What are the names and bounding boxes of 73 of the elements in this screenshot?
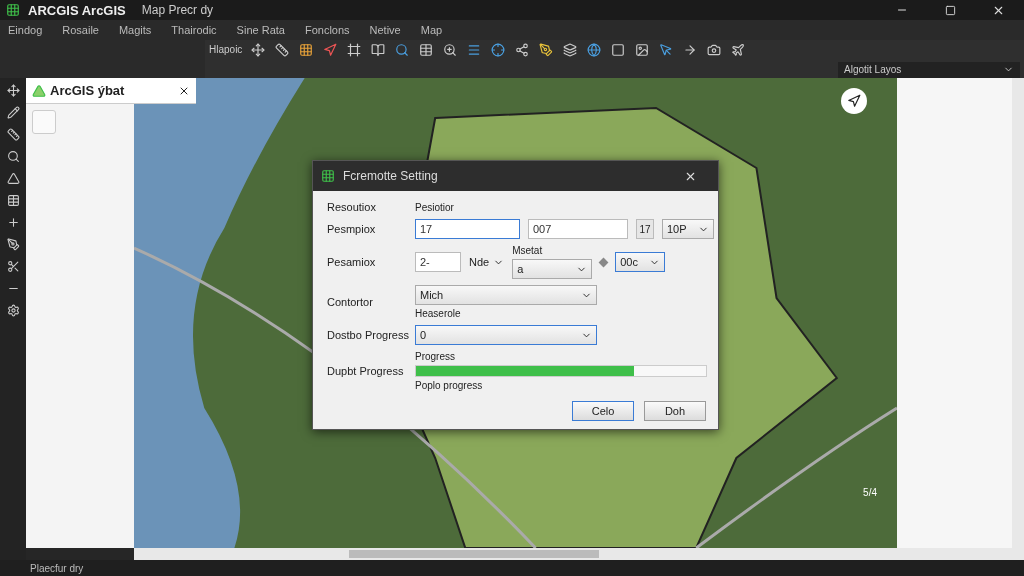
- thumbnail[interactable]: [32, 110, 56, 134]
- scale-text: 5/4: [863, 487, 877, 498]
- progress-caption: Poplo progress: [415, 380, 484, 391]
- field-label: Dostbo Progress: [327, 329, 410, 341]
- menu-item[interactable]: Magits: [118, 24, 152, 36]
- move-icon[interactable]: [6, 84, 20, 97]
- field-label: Dupbt Progress: [327, 365, 405, 377]
- dropdown[interactable]: a: [512, 259, 593, 279]
- field-label: Pesmpiox: [327, 223, 377, 235]
- status-text: Plaecfur dry: [30, 562, 84, 574]
- layer-dropdown[interactable]: Algotit Layos: [838, 61, 1020, 78]
- menu-item[interactable]: Thairodic: [171, 24, 217, 36]
- field-label: Resoutiox: [327, 201, 377, 213]
- menu-item[interactable]: Eindog: [8, 24, 43, 36]
- input-field[interactable]: 2-: [415, 252, 461, 272]
- dialog-logo-icon: [321, 169, 335, 183]
- field-label: Msetat: [512, 245, 544, 256]
- column-header: Pesiotior: [415, 201, 455, 213]
- menu-item[interactable]: Map: [420, 24, 443, 36]
- dropdown[interactable]: Mich: [415, 285, 597, 305]
- input-field[interactable]: 007: [528, 219, 628, 239]
- pencil-icon[interactable]: [6, 106, 20, 119]
- settings-icon[interactable]: [6, 304, 20, 317]
- image-icon[interactable]: [634, 41, 651, 58]
- maximize-icon: [944, 4, 956, 16]
- app-logo-icon: [6, 3, 20, 17]
- dialog-button[interactable]: Doh: [644, 401, 706, 421]
- globe-icon[interactable]: [586, 41, 603, 58]
- map-view[interactable]: 5/4 Fcremotte Setting Resoutiox Pesiotior Pesmpiox 17 007 17 10P Pesamiox 2- Nde Msetat a 00c Contortor Mich Heaserole Dostbo Progress 0 Dupbt Progress Progress Poplo progress Celo Doh: [134, 78, 897, 548]
- search-icon[interactable]: [6, 150, 20, 163]
- pen-icon[interactable]: [538, 41, 555, 58]
- menu-item[interactable]: Fonclons: [304, 24, 350, 36]
- pen-icon[interactable]: [6, 238, 20, 251]
- menu-item[interactable]: Sine Rata: [236, 24, 285, 36]
- zoom-icon[interactable]: [442, 41, 459, 58]
- progress-label: Progress: [415, 351, 456, 362]
- document-title: Map Precr dy: [141, 3, 214, 17]
- field-label: Pesamiox: [327, 256, 377, 268]
- app-title: ARCGIS ArcGIS: [28, 2, 126, 18]
- plus-icon[interactable]: [6, 216, 20, 229]
- horizontal-scrollbar[interactable]: [134, 548, 1024, 560]
- triangle-icon[interactable]: [6, 172, 20, 185]
- search-icon[interactable]: [394, 41, 411, 58]
- plane-icon[interactable]: [730, 41, 747, 58]
- dropdown[interactable]: 00c: [615, 252, 666, 272]
- arrow-icon[interactable]: [322, 41, 339, 58]
- dialog-button[interactable]: Celo: [572, 401, 634, 421]
- layers-icon[interactable]: [562, 41, 579, 58]
- ruler-icon[interactable]: [6, 128, 20, 141]
- value-box: 17: [636, 219, 654, 239]
- ruler-icon[interactable]: [274, 41, 291, 58]
- field-label: Heaserole: [415, 308, 462, 319]
- dropdown[interactable]: 0: [415, 325, 597, 345]
- share-icon[interactable]: [514, 41, 531, 58]
- logo-icon: [32, 83, 46, 98]
- scissors-icon[interactable]: [6, 260, 20, 273]
- crosshair-icon[interactable]: [490, 41, 507, 58]
- toolbar-label: Hlapoic: [209, 44, 243, 55]
- field-label: Contortor: [327, 296, 374, 308]
- panel-tab[interactable]: ArcGIS ýbat: [26, 78, 196, 104]
- dropdown[interactable]: 10P: [662, 219, 714, 239]
- vertical-scrollbar[interactable]: [1012, 78, 1024, 548]
- input-field[interactable]: 17: [415, 219, 520, 239]
- square-icon[interactable]: [610, 41, 627, 58]
- book-icon[interactable]: [370, 41, 387, 58]
- move-icon[interactable]: [250, 41, 267, 58]
- menu-item[interactable]: Rosaile: [62, 24, 99, 36]
- dropdown[interactable]: Nde: [469, 256, 505, 268]
- table-icon[interactable]: [6, 194, 20, 207]
- menu-item[interactable]: Netive: [369, 24, 401, 36]
- table-icon[interactable]: [418, 41, 435, 58]
- grid-icon[interactable]: [298, 41, 315, 58]
- dialog-title: Fcremotte Setting: [343, 169, 438, 183]
